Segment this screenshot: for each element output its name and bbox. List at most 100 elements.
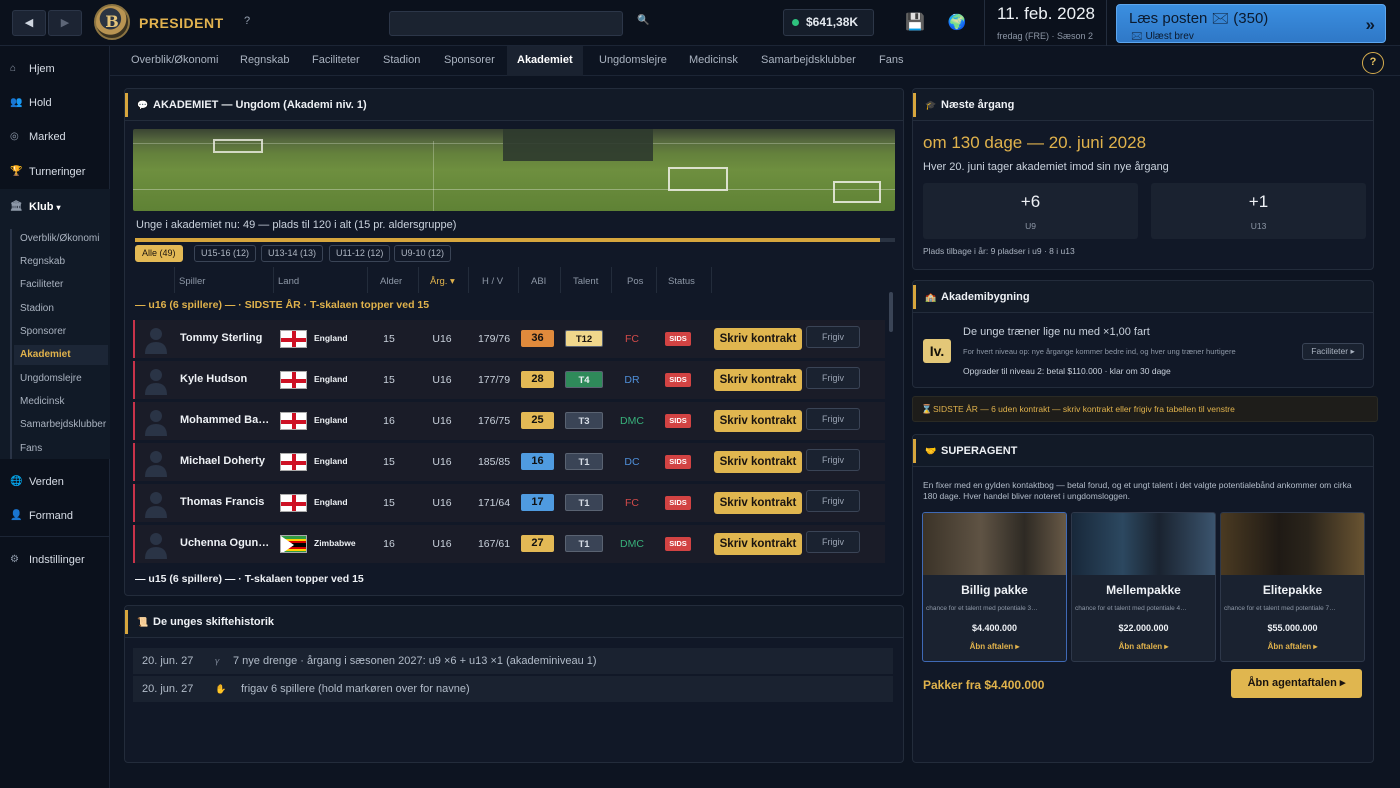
package-chance: chance for et talent med potentiale 4… [1075,605,1187,612]
tab-academy[interactable]: Akademiet [507,46,583,76]
player-row[interactable]: Tommy Sterling England 15 U16 179/76 36 T12 FC S… [133,320,885,358]
sidebar-sub-stadium[interactable]: Stadion [20,299,54,319]
search-input[interactable] [389,11,623,36]
player-name[interactable]: Uchenna Ogun… [180,537,272,549]
sidebar-sub-facilities[interactable]: Faciliteter [20,275,63,295]
col-year[interactable]: Årg. ▾ [430,274,455,290]
sidebar-item-world[interactable]: 🌐 Verden [0,466,110,498]
sidebar-sub-sponsors[interactable]: Sponsorer [20,322,66,342]
tab-accounts[interactable]: Regnskab [230,46,300,76]
sidebar-sub-overview[interactable]: Overblik/Økonomi [20,229,99,249]
tab-fans[interactable]: Fans [869,46,913,76]
col-ability[interactable]: ABI [531,274,546,290]
write-contract-button[interactable]: Skriv kontrakt [714,451,802,473]
status-badge: SIDS [665,414,691,428]
release-button[interactable]: Frigiv [806,449,860,471]
package-price: $4.400.000 [971,623,1018,633]
history-text[interactable]: frigav 6 spillere (hold markøren over fo… [241,676,470,702]
read-mail-button[interactable]: Læs posten 🖂 (350) 🖂 Ulæst brev » [1116,4,1386,43]
col-position[interactable]: Pos [627,274,643,290]
tab-medical[interactable]: Medicinsk [679,46,748,76]
help-button[interactable]: ? [1362,52,1384,74]
balance-display: $641,38K [783,9,874,36]
sidebar-item-tournaments[interactable]: 🏆 Turneringer [0,156,110,188]
status-badge: SIDS [665,373,691,387]
write-contract-button[interactable]: Skriv kontrakt [714,328,802,350]
col-talent[interactable]: Talent [573,274,598,290]
sidebar-sub-academy[interactable]: Akademiet [14,345,108,365]
open-deal-link[interactable]: Åbn aftalen ▸ [1072,642,1215,651]
player-row[interactable]: Kyle Hudson England 15 U16 177/79 28 T4 DR SIDS S… [133,361,885,399]
write-contract-button[interactable]: Skriv kontrakt [714,492,802,514]
player-talent: T4 [565,371,603,388]
package-elite[interactable]: Elitepakke chance for et talent med pote… [1220,512,1365,662]
release-button[interactable]: Frigiv [806,326,860,348]
tab-partnerclubs[interactable]: Samarbejdsklubber [751,46,866,76]
panel-title: SUPERAGENT [941,445,1018,457]
open-deal-link[interactable]: Åbn aftalen ▸ [1221,642,1364,651]
sidebar-item-club[interactable]: 🏛 Klub ▾ [0,191,110,223]
filter-u15-16[interactable]: U15-16 (12) [194,245,257,262]
player-ability: 27 [521,535,554,552]
col-height-weight[interactable]: H / V [482,274,503,290]
search-icon[interactable]: 🔍 [637,15,649,26]
col-status[interactable]: Status [668,274,695,290]
date-display[interactable]: 11. feb. 2028 fredag (FRE) · Sæson 2 [984,0,1107,46]
player-name[interactable]: Mohammed Ba… [180,414,272,426]
sidebar-item-team[interactable]: 👥 Hold [0,87,110,119]
player-name[interactable]: Thomas Francis [180,496,272,508]
player-name[interactable]: Tommy Sterling [180,332,272,344]
next-intake-panel: 🎓 Næste årgang om 130 dage — 20. juni 202… [912,88,1374,270]
col-player[interactable]: Spiller [179,274,205,290]
save-icon[interactable]: 💾 [905,13,925,33]
open-agent-deal-button[interactable]: Åbn agentaftalen ▸ [1231,669,1362,698]
sidebar-sub-youthcamps[interactable]: Ungdomslejre [20,369,82,389]
forward-button[interactable]: ▶ [48,10,82,36]
col-age[interactable]: Alder [380,274,402,290]
write-contract-button[interactable]: Skriv kontrakt [714,369,802,391]
sidebar-sub-accounts[interactable]: Regnskab [20,252,65,272]
tab-youthcamps[interactable]: Ungdomslejre [589,46,677,76]
facilities-button[interactable]: Faciliteter ▸ [1302,343,1364,360]
package-mid[interactable]: Mellempakke chance for et talent med pot… [1071,512,1216,662]
filter-u11-12[interactable]: U11-12 (12) [329,245,391,262]
player-row[interactable]: Mohammed Ba… England 16 U16 176/75 25 T3 DMC SID… [133,402,885,440]
release-button[interactable]: Frigiv [806,531,860,553]
player-row[interactable]: Michael Doherty England 15 U16 185/85 16 T1 DC S… [133,443,885,481]
release-button[interactable]: Frigiv [806,367,860,389]
level-benefit-text: For hvert niveau op: nye årgange kommer … [963,347,1236,356]
training-speed-text: De unge træner lige nu med ×1,00 fart [963,326,1150,338]
write-contract-button[interactable]: Skriv kontrakt [714,533,802,555]
player-row[interactable]: Uchenna Ogun… Zimbabwe 16 U16 167/61 27 T1 DMC S… [133,525,885,563]
package-cheap[interactable]: Billig pakke chance for et talent med po… [922,512,1067,662]
col-country[interactable]: Land [278,274,299,290]
sidebar-item-market[interactable]: ◎ Marked [0,121,110,153]
back-button[interactable]: ◀ [12,10,46,36]
sidebar-item-home[interactable]: ⌂ Hjem [0,53,110,85]
tab-sponsors[interactable]: Sponsorer [434,46,505,76]
panel-title: Næste årgang [941,99,1015,111]
sidebar-sub-fans[interactable]: Fans [20,439,42,459]
player-country: England [314,374,348,384]
tab-overview[interactable]: Overblik/Økonomi [121,46,228,76]
filter-all[interactable]: Alle (49) [135,245,183,262]
help-icon[interactable]: ? [244,15,250,27]
sidebar-sub-partnerclubs[interactable]: Samarbejdsklubber [20,415,106,435]
player-age: 16 [383,415,395,427]
filter-u9-10[interactable]: U9-10 (12) [394,245,452,262]
player-row[interactable]: Thomas Francis England 15 U16 171/64 17 T1 FC SI… [133,484,885,522]
write-contract-button[interactable]: Skriv kontrakt [714,410,802,432]
world-icon[interactable]: 🌍 [947,13,967,33]
table-scrollbar[interactable] [889,292,893,332]
sidebar-item-settings[interactable]: ⚙ Indstillinger [0,544,110,576]
tab-stadium[interactable]: Stadion [373,46,430,76]
release-button[interactable]: Frigiv [806,408,860,430]
open-deal-link[interactable]: Åbn aftalen ▸ [923,642,1066,651]
release-button[interactable]: Frigiv [806,490,860,512]
sidebar-sub-medical[interactable]: Medicinsk [20,392,64,412]
filter-u13-14[interactable]: U13-14 (13) [261,245,324,262]
tab-facilities[interactable]: Faciliteter [302,46,370,76]
player-name[interactable]: Michael Doherty [180,455,272,467]
sidebar-item-chairman[interactable]: 👤 Formand [0,500,110,532]
player-name[interactable]: Kyle Hudson [180,373,272,385]
